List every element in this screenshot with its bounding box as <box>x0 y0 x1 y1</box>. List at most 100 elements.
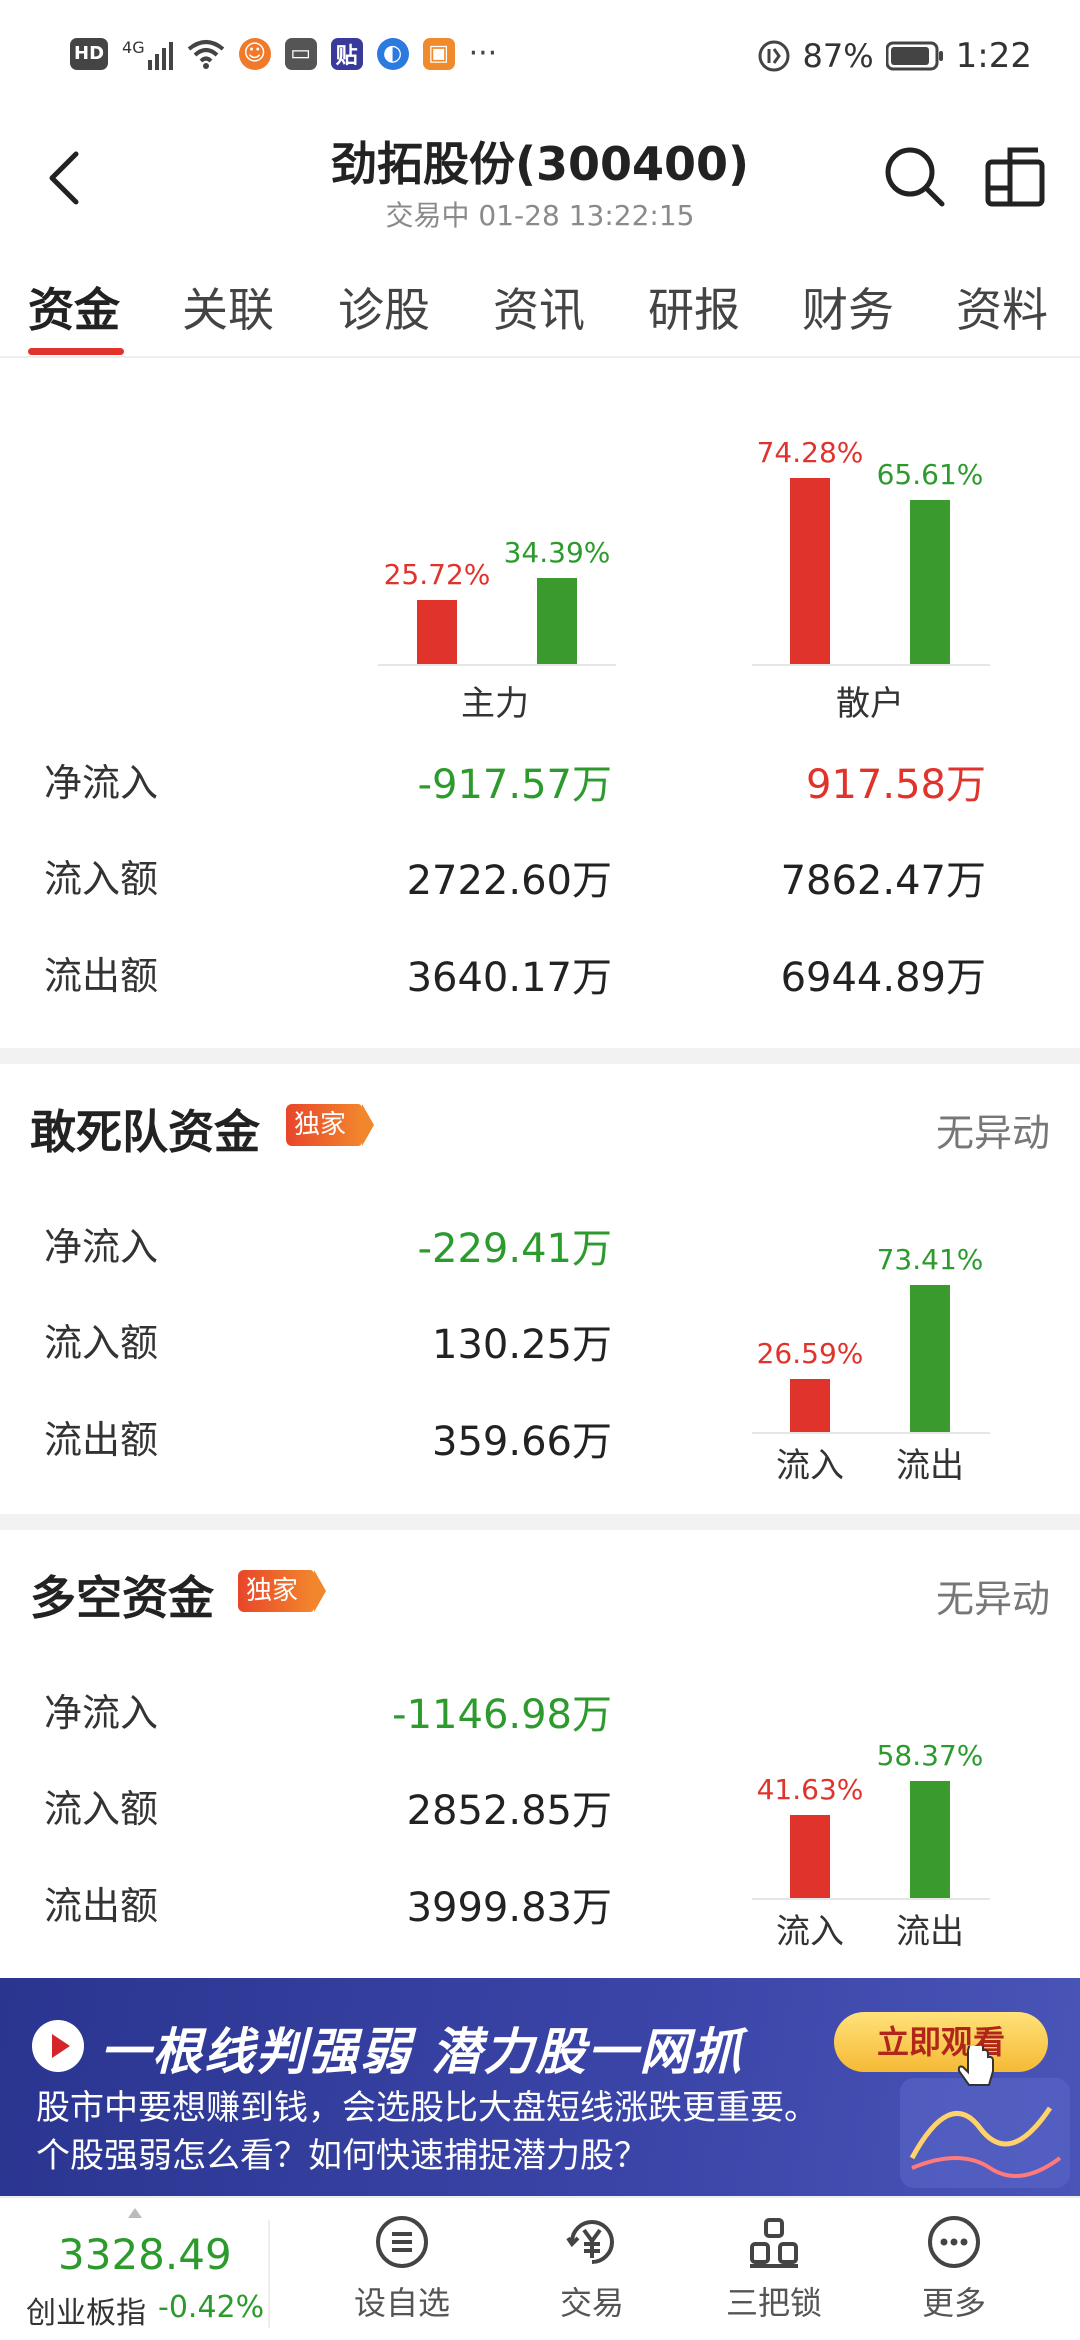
outflow-bar <box>910 1781 950 1898</box>
main-inflow-bar <box>417 600 457 664</box>
inflow-label: 流入 <box>776 1912 844 1952</box>
main-axis <box>378 664 616 666</box>
main-outflow-bar <box>537 578 577 664</box>
section-title: 多空资金 <box>30 1571 214 1625</box>
row-label: 净流入 <box>44 1691 159 1735</box>
bottom-nav: 3328.49 创业板指 -0.42% 设自选 交易 三把锁 更多 <box>0 2196 1080 2340</box>
main-inflow-amount: 2722.60万 <box>406 858 612 904</box>
nav-label: 三把锁 <box>725 2284 822 2322</box>
inflow-value: 2852.85万 <box>406 1788 612 1834</box>
inflow-bar <box>790 1379 830 1432</box>
outflow-pct: 58.37% <box>876 1739 984 1772</box>
exclusive-badge: 独家 <box>286 1104 375 1146</box>
nav-label: 更多 <box>921 2284 986 2322</box>
status-text[interactable]: 无异动 <box>936 1102 1050 1157</box>
main-outflow-pct: 34.39% <box>503 536 611 569</box>
row-label: 流入额 <box>44 857 159 901</box>
nav-separator <box>268 2220 270 2328</box>
nav-add-watchlist[interactable]: 设自选 <box>322 2214 482 2324</box>
net-inflow-value: -1146.98万 <box>392 1692 612 1738</box>
wifi-icon <box>187 39 224 69</box>
retail-outflow-amount: 6944.89万 <box>780 955 986 1001</box>
tab-funds[interactable]: 资金 <box>28 274 120 340</box>
status-left-icons: HD 4G ☺ ▭ 贴 ◐ ▣ ··· <box>70 36 497 71</box>
row-label: 流出额 <box>44 954 159 998</box>
promo-banner[interactable]: 一根线判强弱 潜力股一网抓 立即观看 股市中要想赚到钱，会选股比大盘短线涨跌更重… <box>0 1978 1080 2196</box>
nav-label: 设自选 <box>353 2284 450 2322</box>
row-label: 流出额 <box>44 1418 159 1462</box>
app-screen: HD 4G ☺ ▭ 贴 ◐ ▣ ··· 87% 1:22 劲拓股份(300400… <box>0 0 1080 2340</box>
index-value[interactable]: 3328.49 <box>58 2230 232 2279</box>
inflow-pct: 41.63% <box>756 1773 864 1806</box>
tab-profile[interactable]: 资料 <box>956 274 1048 340</box>
stock-header: 劲拓股份(300400) 交易中 01-28 13:22:15 <box>0 118 1080 258</box>
tab-diagnosis[interactable]: 诊股 <box>338 274 430 340</box>
app-notification-icon: 贴 <box>330 37 363 70</box>
retail-axis <box>752 664 990 666</box>
tab-bar: 资金 关联 诊股 资讯 研报 财务 资料 <box>0 262 1080 358</box>
exclusive-badge: 独家 <box>238 1570 327 1612</box>
tab-related[interactable]: 关联 <box>182 274 274 340</box>
nav-trade[interactable]: 交易 <box>512 2214 672 2324</box>
watch-now-button[interactable]: 立即观看 <box>834 2012 1048 2072</box>
nav-label: 交易 <box>559 2284 624 2322</box>
clock: 1:22 <box>955 36 1032 76</box>
tab-news[interactable]: 资讯 <box>493 274 585 340</box>
row-label: 净流入 <box>44 1225 159 1269</box>
index-name[interactable]: 创业板指 <box>26 2288 146 2332</box>
main-outflow-amount: 3640.17万 <box>406 955 612 1001</box>
more-icon <box>928 2216 980 2268</box>
retail-net-inflow: 917.58万 <box>806 762 986 808</box>
outflow-pct: 73.41% <box>876 1243 984 1276</box>
locks-icon <box>750 2218 798 2268</box>
index-change: -0.42% <box>158 2290 265 2325</box>
row-label: 流入额 <box>44 1787 159 1831</box>
nav-more[interactable]: 更多 <box>874 2214 1034 2324</box>
section-title: 敢死队资金 <box>30 1105 260 1159</box>
signal-4g-icon: 4G <box>122 38 173 70</box>
status-text[interactable]: 无异动 <box>936 1568 1050 1623</box>
outflow-value: 359.66万 <box>432 1419 612 1465</box>
yuan-icon <box>566 2220 614 2264</box>
tab-finance[interactable]: 财务 <box>802 274 894 340</box>
status-bar: HD 4G ☺ ▭ 贴 ◐ ▣ ··· 87% 1:22 <box>0 0 1080 118</box>
outflow-bar <box>910 1285 950 1432</box>
retail-outflow-bar <box>910 500 950 664</box>
row-label: 流入额 <box>44 1321 159 1365</box>
nav-three-locks[interactable]: 三把锁 <box>694 2214 854 2324</box>
outflow-label: 流出 <box>896 1912 964 1952</box>
retail-inflow-amount: 7862.47万 <box>780 858 986 904</box>
app-notification-icon: ▭ <box>284 37 317 70</box>
play-icon <box>32 2020 84 2072</box>
net-inflow-value: -229.41万 <box>417 1226 612 1272</box>
hd-icon: HD <box>70 37 109 70</box>
battery-percent: 87% <box>802 37 874 75</box>
inflow-label: 流入 <box>776 1446 844 1486</box>
retail-inflow-bar <box>790 478 830 664</box>
app-notification-icon: ☺ <box>238 37 271 70</box>
main-label: 主力 <box>461 684 529 724</box>
caret-up-icon <box>128 2208 142 2218</box>
hand-cursor-icon <box>957 2046 994 2086</box>
inflow-pct: 26.59% <box>756 1337 864 1370</box>
search-icon[interactable] <box>880 142 948 210</box>
main-net-inflow: -917.57万 <box>417 762 612 808</box>
outflow-value: 3999.83万 <box>406 1885 612 1931</box>
section-divider <box>0 1048 1080 1064</box>
inflow-bar <box>790 1815 830 1898</box>
banner-text-line: 股市中要想赚到钱，会选股比大盘短线涨跌更重要。 <box>36 2088 818 2128</box>
battery-icon <box>885 41 943 71</box>
more-dots: ··· <box>468 36 498 71</box>
outflow-label: 流出 <box>896 1446 964 1486</box>
row-label: 净流入 <box>44 761 159 805</box>
tab-research[interactable]: 研报 <box>648 274 740 340</box>
banner-title: 一根线判强弱 潜力股一网抓 <box>100 2023 744 2081</box>
active-tab-indicator <box>28 348 124 355</box>
share-icon[interactable] <box>982 142 1050 210</box>
row-label: 流出额 <box>44 1884 159 1928</box>
section-divider <box>0 1514 1080 1530</box>
status-right-icons: 87% 1:22 <box>757 36 1032 76</box>
banner-text-line: 个股强弱怎么看？如何快速捕捉潜力股？ <box>36 2136 648 2176</box>
app-notification-icon: ◐ <box>376 37 409 70</box>
retail-outflow-pct: 65.61% <box>876 458 984 491</box>
